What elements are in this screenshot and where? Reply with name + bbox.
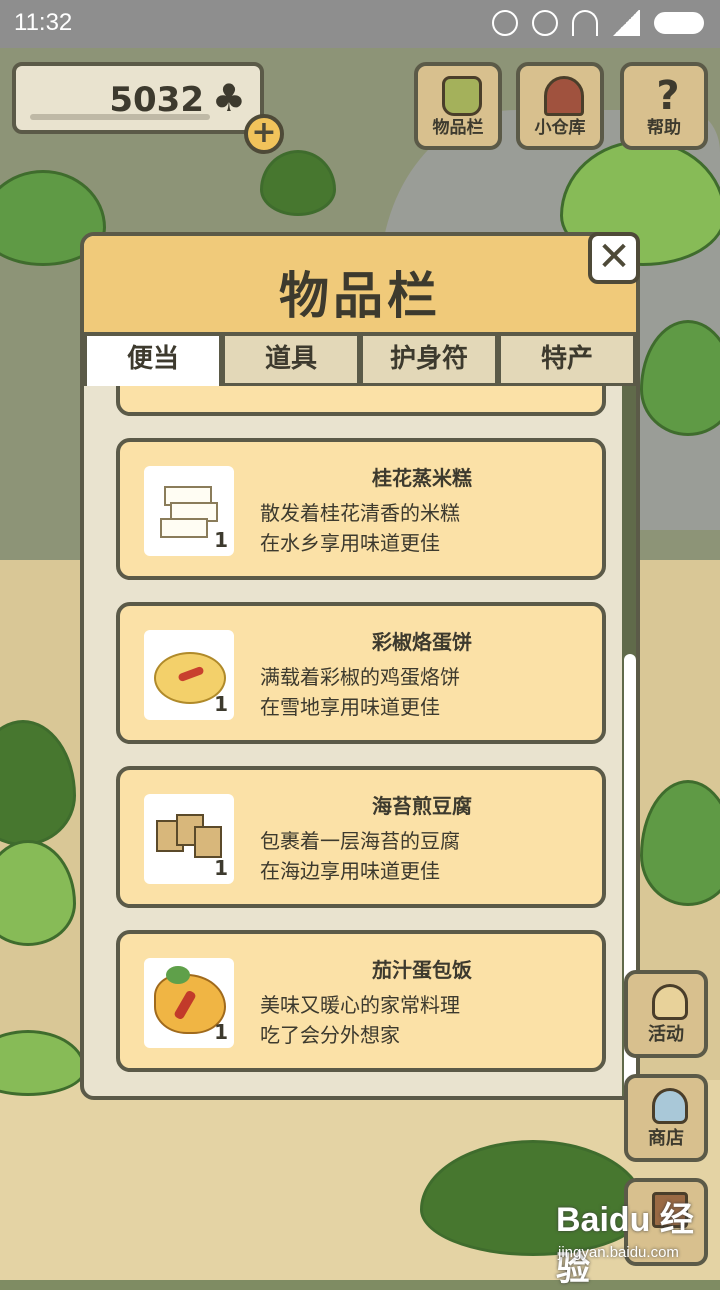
shop-icon <box>652 1088 688 1124</box>
watermark-brand: Baidu 经验 <box>556 1201 694 1288</box>
tab-bento[interactable]: 便当 <box>84 336 222 386</box>
item-desc-line: 美味又暖心的家常料理 <box>260 993 460 1017</box>
item-desc-line: 满载着彩椒的鸡蛋烙饼 <box>260 665 460 689</box>
inventory-button-label: 物品栏 <box>432 118 484 138</box>
baidu-watermark: Baidu 经验 jingyan.baidu.com <box>556 1192 716 1288</box>
item-name: 海苔煎豆腐 <box>372 794 472 818</box>
modal-header: 物品栏 <box>84 236 636 336</box>
rice-cake-icon <box>160 486 218 538</box>
item-thumbnail: 1 <box>144 794 234 884</box>
shop-button-label: 商店 <box>648 1128 684 1149</box>
item-desc-line: 包裹着一层海苔的豆腐 <box>260 829 460 853</box>
item-count: 1 <box>214 856 228 880</box>
item-desc-line: 在海边享用味道更佳 <box>260 859 440 883</box>
list-item[interactable] <box>116 386 606 416</box>
list-item[interactable]: 1 桂花蒸米糕 散发着桂花清香的米糕 在水乡享用味道更佳 <box>116 438 606 580</box>
clover-icon: ♣ <box>211 76 246 120</box>
tab-tools[interactable]: 道具 <box>222 336 360 386</box>
wifi-icon <box>572 10 598 36</box>
list-item[interactable]: 1 茄汁蛋包饭 美味又暖心的家常料理 吃了会分外想家 <box>116 930 606 1072</box>
item-desc-line: 在水乡享用味道更佳 <box>260 531 440 555</box>
item-description: 散发着桂花清香的米糕 在水乡享用味道更佳 <box>260 498 460 558</box>
leaf-icon <box>652 984 688 1020</box>
tab-charms[interactable]: 护身符 <box>360 336 498 386</box>
inventory-button[interactable]: 物品栏 <box>414 62 502 150</box>
item-count: 1 <box>214 528 228 552</box>
currency-display: 5032 ♣ <box>12 62 264 134</box>
events-button-label: 活动 <box>648 1024 684 1045</box>
shop-button[interactable]: 商店 <box>624 1074 708 1162</box>
item-description: 美味又暖心的家常料理 吃了会分外想家 <box>260 990 460 1050</box>
storage-icon <box>544 76 584 116</box>
events-button[interactable]: 活动 <box>624 970 708 1058</box>
item-count: 1 <box>214 1020 228 1044</box>
modal-title: 物品栏 <box>279 267 441 325</box>
inventory-modal: 物品栏 便当 道具 护身符 特产 1 桂花蒸米糕 散发着桂花清香的米糕 在水乡享… <box>80 232 640 1100</box>
item-thumbnail: 1 <box>144 958 234 1048</box>
bag-icon <box>442 76 482 116</box>
currency-bar <box>30 114 210 120</box>
status-icons <box>492 10 704 36</box>
item-desc-line: 散发着桂花清香的米糕 <box>260 501 460 525</box>
help-button[interactable]: ? 帮助 <box>620 62 708 150</box>
status-time: 11:32 <box>14 9 73 36</box>
storage-button-label: 小仓库 <box>534 118 586 138</box>
signal-icon <box>612 10 640 36</box>
item-thumbnail: 1 <box>144 466 234 556</box>
tab-specialties[interactable]: 特产 <box>498 336 636 386</box>
item-thumbnail: 1 <box>144 630 234 720</box>
storage-button[interactable]: 小仓库 <box>516 62 604 150</box>
item-name: 彩椒烙蛋饼 <box>372 630 472 654</box>
list-item[interactable]: 1 彩椒烙蛋饼 满载着彩椒的鸡蛋烙饼 在雪地享用味道更佳 <box>116 602 606 744</box>
tofu-icon <box>156 812 222 864</box>
add-currency-button[interactable]: + <box>244 114 284 154</box>
watermark-url: jingyan.baidu.com <box>558 1244 679 1261</box>
item-desc-line: 吃了会分外想家 <box>260 1023 400 1047</box>
item-name: 茄汁蛋包饭 <box>372 958 472 982</box>
help-icon: ? <box>656 73 680 119</box>
close-button[interactable]: ✕ <box>588 232 640 284</box>
item-list[interactable]: 1 桂花蒸米糕 散发着桂花清香的米糕 在水乡享用味道更佳 1 彩椒烙蛋饼 满载着… <box>84 386 636 1096</box>
item-description: 满载着彩椒的鸡蛋烙饼 在雪地享用味道更佳 <box>260 662 460 722</box>
item-description: 包裹着一层海苔的豆腐 在海边享用味道更佳 <box>260 826 460 886</box>
item-desc-line: 在雪地享用味道更佳 <box>260 695 440 719</box>
list-item[interactable]: 1 海苔煎豆腐 包裹着一层海苔的豆腐 在海边享用味道更佳 <box>116 766 606 908</box>
battery-icon <box>654 12 704 34</box>
help-button-label: 帮助 <box>647 118 681 138</box>
tab-bar: 便当 道具 护身符 特产 <box>84 336 636 386</box>
item-count: 1 <box>214 692 228 716</box>
item-name: 桂花蒸米糕 <box>372 466 472 490</box>
status-bar: 11:32 <box>0 0 720 48</box>
alarm-icon <box>532 10 558 36</box>
mute-icon <box>492 10 518 36</box>
